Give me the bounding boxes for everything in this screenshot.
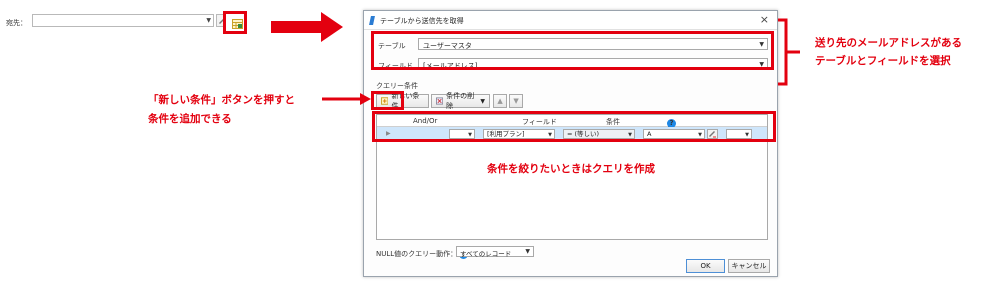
arrow-right-icon <box>322 93 371 105</box>
callout-right-line2: テーブルとフィールドを選択 <box>815 55 951 67</box>
move-up-button[interactable]: ▲ <box>493 94 507 108</box>
dialog-title: テーブルから送信先を取得 <box>380 17 464 25</box>
cancel-button[interactable]: キャンセル <box>728 259 770 273</box>
center-callout-wrap: 条件を絞りたいときはクエリを作成 <box>375 161 767 176</box>
callout-left-line2: 条件を追加できる <box>148 113 232 125</box>
dest-label: 宛先： <box>6 19 27 27</box>
highlight-new-condition <box>371 91 404 110</box>
titlebar: テーブルから送信先を取得 × <box>364 11 777 30</box>
app-icon <box>369 16 375 25</box>
bracket-icon <box>778 18 800 86</box>
callout-center: 条件を絞りたいときはクエリを作成 <box>487 163 655 175</box>
chevron-down-icon: ▼ <box>480 97 485 105</box>
query-label: クエリー条件 <box>376 82 418 90</box>
null-behavior-text: NULL値のクエリー動作： <box>376 250 458 258</box>
delete-condition-label: 条件の削除 <box>446 92 475 110</box>
table-icon <box>232 19 243 29</box>
highlight-table-field <box>371 31 774 70</box>
delete-row-icon <box>436 97 444 105</box>
chevron-down-icon: ▼ <box>525 248 530 255</box>
ok-button[interactable]: OK <box>686 259 725 273</box>
arrow-up-icon: ▲ <box>497 97 503 105</box>
chevron-down-icon: ▼ <box>206 17 211 24</box>
callout-right-line1: 送り先のメールアドレスがある <box>815 37 962 49</box>
dest-combo[interactable]: ▼ <box>32 14 214 27</box>
null-behavior-label: NULL値のクエリー動作： ? <box>376 249 469 259</box>
arrow-down-icon: ▼ <box>513 97 519 105</box>
null-behavior-select[interactable]: すべてのレコード ▼ <box>456 246 534 258</box>
callout-left-line1: 「新しい条件」ボタンを押すと <box>148 94 295 106</box>
delete-condition-button[interactable]: 条件の削除 ▼ <box>431 92 490 110</box>
highlight-condition-row <box>372 111 776 142</box>
close-icon[interactable]: × <box>760 13 769 26</box>
null-behavior-value: すべてのレコード <box>460 250 512 258</box>
table-select-button[interactable] <box>223 11 247 34</box>
move-down-button[interactable]: ▼ <box>509 94 523 108</box>
arrow-right-icon <box>271 12 343 42</box>
